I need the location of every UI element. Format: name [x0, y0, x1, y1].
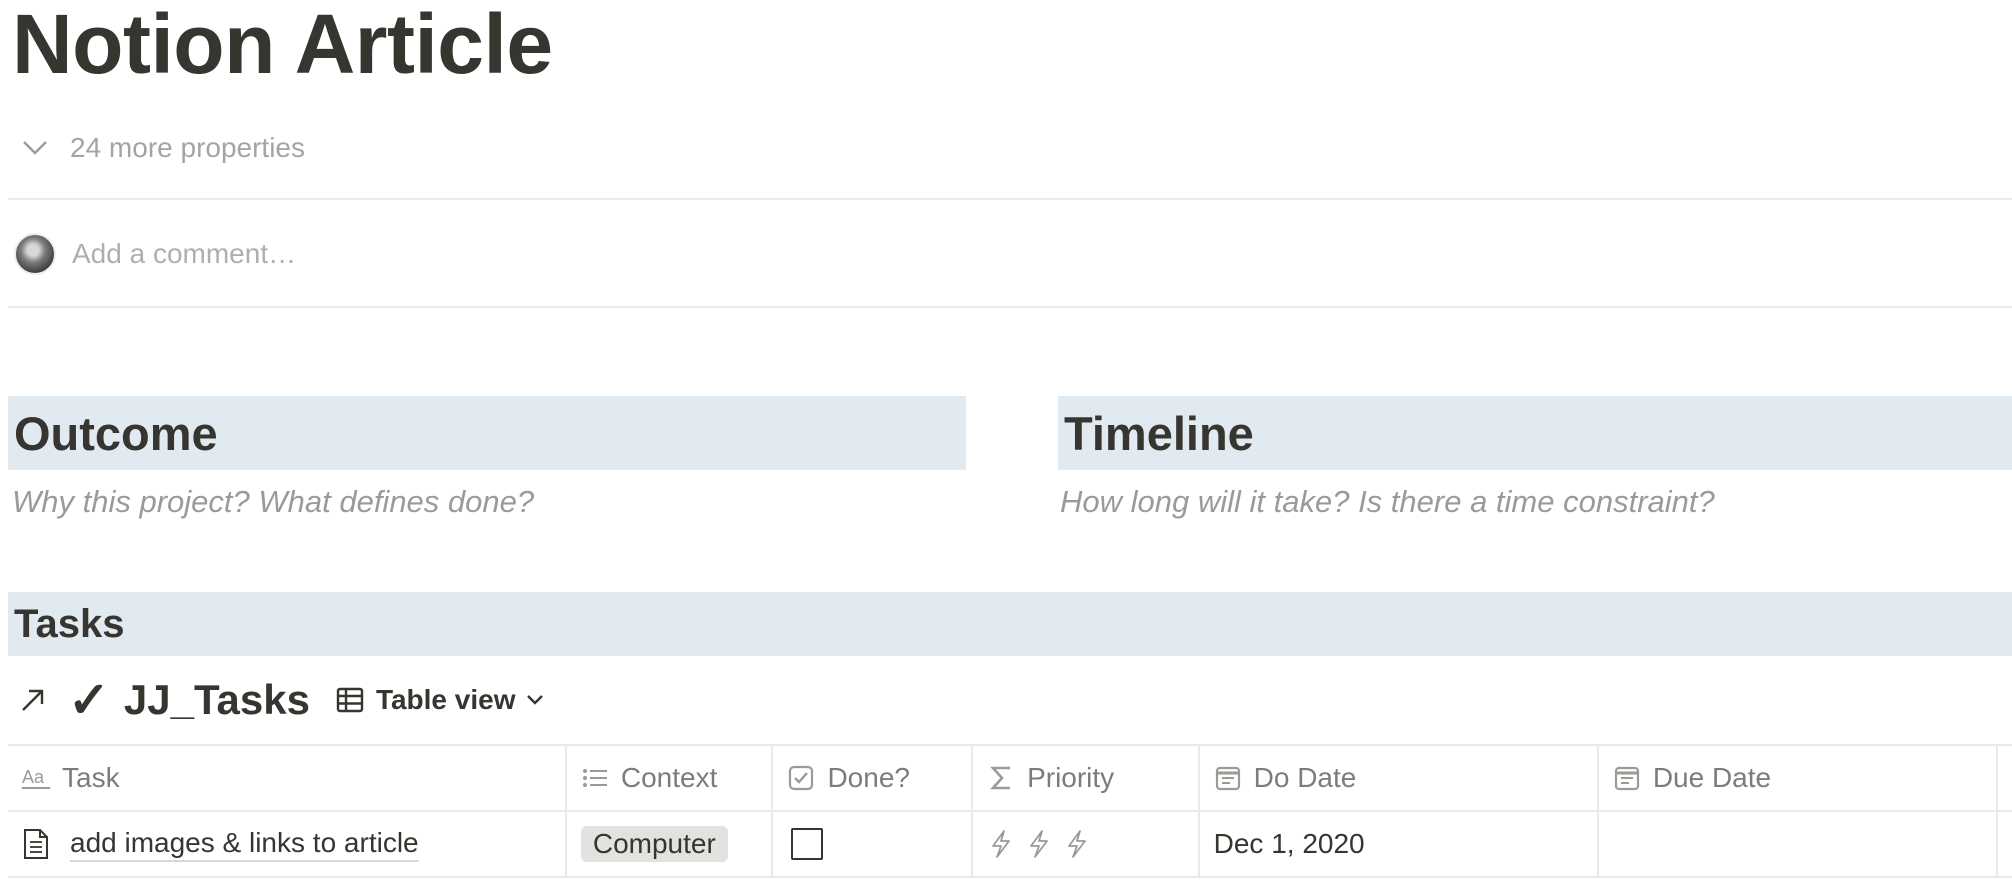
- column-header-due-date[interactable]: Due Date: [1599, 746, 1998, 810]
- timeline-heading-callout: Timeline: [1058, 396, 2012, 470]
- outcome-heading-callout: Outcome: [8, 396, 966, 470]
- divider: [8, 306, 2012, 308]
- checkbox-property-icon: [787, 764, 815, 792]
- more-properties-toggle[interactable]: 24 more properties: [18, 130, 305, 166]
- column-header-do-date[interactable]: Do Date: [1200, 746, 1599, 810]
- context-tag: Computer: [580, 826, 728, 862]
- calendar-icon: [1613, 764, 1641, 792]
- comment-row: [14, 232, 2012, 276]
- column-header-label: Do Date: [1253, 762, 1357, 793]
- timeline-prompt[interactable]: How long will it take? Is there a time c…: [1060, 484, 1715, 520]
- table-view-label: Table view: [375, 684, 516, 715]
- lightning-bolt-icon: [1030, 830, 1048, 858]
- database-header: ✓ JJ_Tasks Table view: [20, 672, 544, 728]
- priority-cell: [973, 812, 1200, 876]
- tasks-heading-callout: Tasks: [8, 592, 2012, 656]
- done-checkbox[interactable]: [791, 828, 824, 860]
- page-title[interactable]: Notion Article: [12, 2, 553, 86]
- comment-input[interactable]: [72, 238, 872, 270]
- svg-text:Aa: Aa: [22, 767, 45, 787]
- open-database-arrow-icon[interactable]: [20, 685, 50, 715]
- text-property-icon: Aa: [22, 764, 50, 792]
- lightning-bolt-icon: [992, 830, 1010, 858]
- column-header-label: Context: [620, 762, 718, 793]
- notion-page: Notion Article 24 more properties Outcom…: [0, 0, 2012, 880]
- table-overflow-cell: [1998, 746, 2012, 810]
- chevron-down-icon: [526, 695, 543, 705]
- table-icon: [336, 687, 364, 713]
- list-property-icon: [581, 764, 609, 792]
- context-cell[interactable]: Computer: [567, 812, 774, 876]
- table-row[interactable]: add images & links to article Computer D…: [8, 812, 2012, 878]
- column-header-done[interactable]: Done?: [773, 746, 974, 810]
- checkmark-icon: ✓: [68, 672, 110, 728]
- avatar: [14, 233, 56, 275]
- chevron-down-icon: [18, 130, 52, 166]
- column-header-label: Task: [62, 762, 120, 793]
- task-cell[interactable]: add images & links to article: [8, 812, 567, 876]
- task-title[interactable]: add images & links to article: [70, 826, 419, 862]
- database-title[interactable]: JJ_Tasks: [124, 676, 310, 724]
- due-date-cell[interactable]: [1599, 812, 1998, 876]
- table-overflow-cell: [1998, 812, 2012, 876]
- table-header-row: Aa Task Context Done? Priority Do Date D…: [8, 746, 2012, 812]
- formula-sigma-icon: [987, 764, 1015, 792]
- column-header-context[interactable]: Context: [567, 746, 774, 810]
- outcome-heading[interactable]: Outcome: [14, 406, 218, 461]
- column-header-label: Priority: [1027, 762, 1115, 793]
- page-document-icon: [24, 829, 48, 859]
- do-date-value: Dec 1, 2020: [1213, 828, 1365, 859]
- more-properties-label: 24 more properties: [70, 132, 306, 163]
- tasks-table: Aa Task Context Done? Priority Do Date D…: [8, 744, 2012, 878]
- lightning-bolt-icon: [1068, 830, 1086, 858]
- column-header-task[interactable]: Aa Task: [8, 746, 567, 810]
- table-view-switcher[interactable]: Table view: [336, 684, 544, 716]
- column-header-label: Due Date: [1652, 762, 1772, 793]
- calendar-icon: [1214, 764, 1242, 792]
- outcome-prompt[interactable]: Why this project? What defines done?: [12, 484, 534, 520]
- column-header-priority[interactable]: Priority: [973, 746, 1200, 810]
- do-date-cell[interactable]: Dec 1, 2020: [1200, 812, 1599, 876]
- divider: [8, 198, 2012, 200]
- tasks-heading[interactable]: Tasks: [14, 602, 124, 647]
- timeline-heading[interactable]: Timeline: [1064, 406, 1254, 461]
- done-cell[interactable]: [773, 812, 974, 876]
- column-header-label: Done?: [827, 762, 910, 793]
